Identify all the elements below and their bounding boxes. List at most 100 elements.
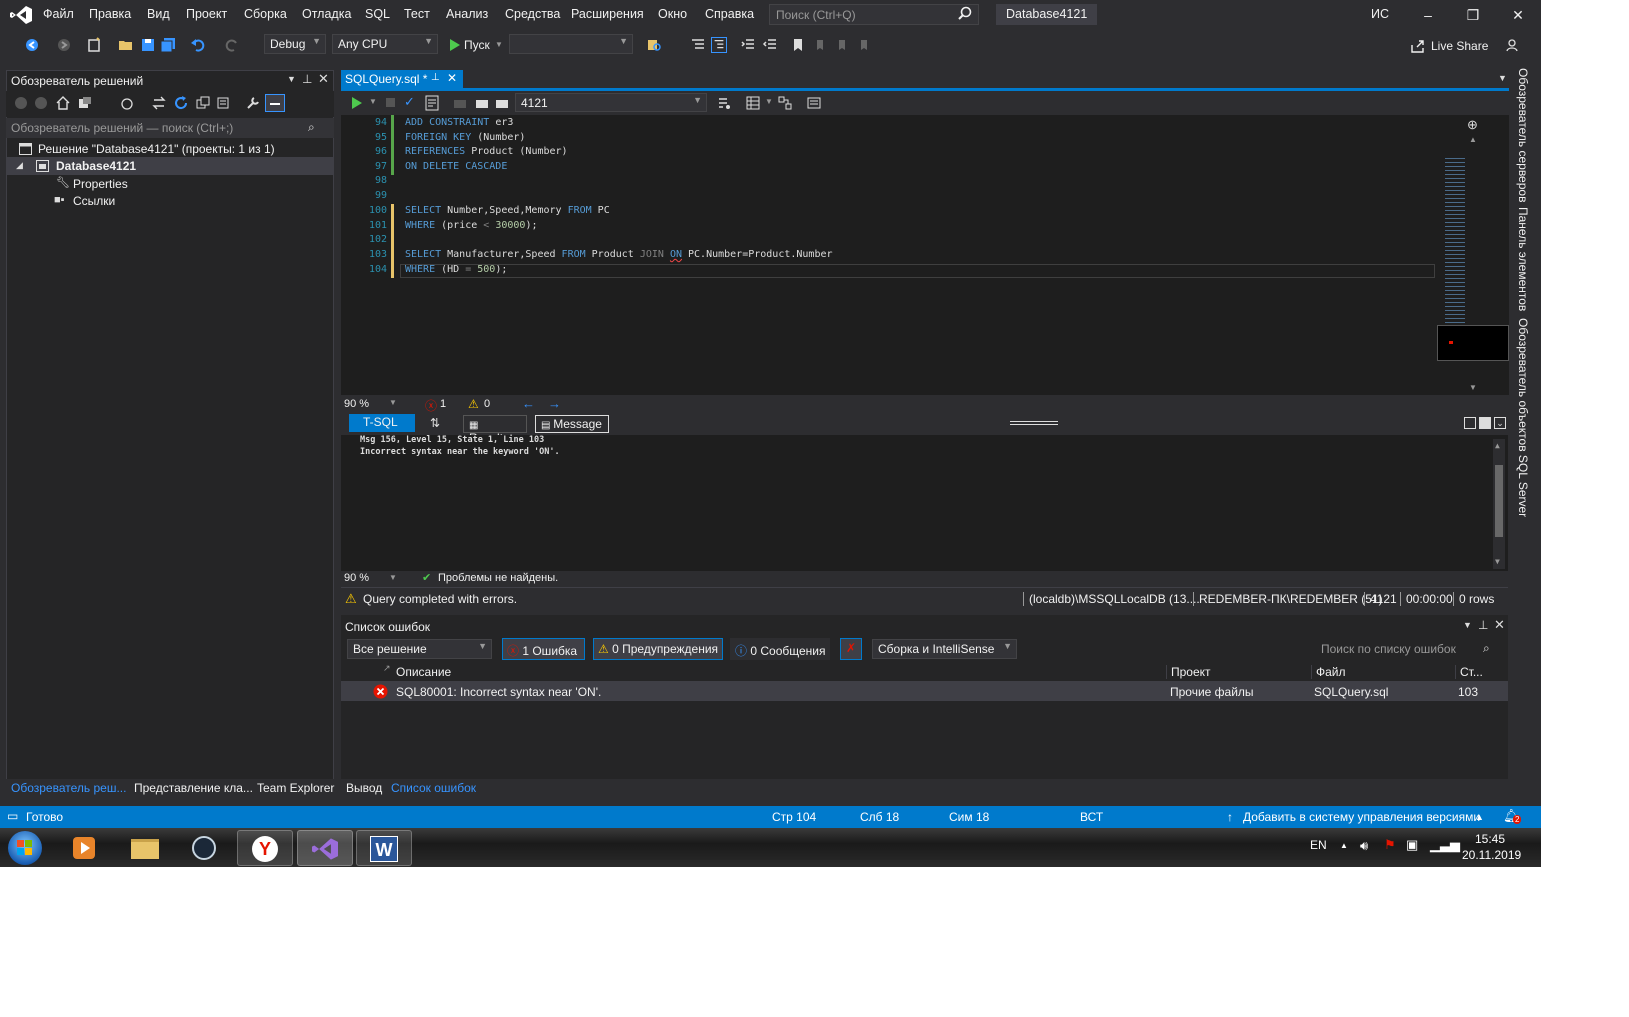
menu-build[interactable]: Сборка <box>244 7 287 21</box>
query-options-icon[interactable] <box>717 96 731 110</box>
chevron-up-icon[interactable]: ▲ <box>1475 812 1484 822</box>
menu-debug[interactable]: Отладка <box>302 7 351 21</box>
client-statistics-icon[interactable] <box>807 96 821 110</box>
menu-sql[interactable]: SQL <box>365 7 390 21</box>
pin-icon[interactable]: ⊥ <box>1478 618 1488 632</box>
tab-list-dropdown-icon[interactable]: ▼ <box>1498 73 1507 83</box>
network-error-icon[interactable]: ⚑ <box>1384 837 1396 853</box>
debug-target-dropdown[interactable]: ▼ <box>509 34 633 54</box>
navigate-forward-icon[interactable] <box>56 37 72 53</box>
pin-icon[interactable]: ⊥ <box>302 72 312 86</box>
power-icon[interactable]: ▣ <box>1406 837 1418 853</box>
undo-icon[interactable] <box>190 37 206 53</box>
add-to-source-control-button[interactable]: Добавить в систему управления версиями <box>1243 810 1480 824</box>
chevron-down-icon[interactable]: ▼ <box>765 97 773 106</box>
scroll-up-icon[interactable]: ▲ <box>1469 135 1477 144</box>
volume-icon[interactable]: 🔊︎ <box>1360 838 1368 854</box>
horizontal-split-icon[interactable] <box>1479 417 1491 429</box>
tab-server-explorer[interactable]: Обозреватель серверов <box>1516 68 1530 202</box>
taskbar-explorer[interactable] <box>117 830 173 866</box>
taskbar-steam[interactable] <box>177 830 233 866</box>
column-header-project[interactable]: Проект <box>1166 665 1211 679</box>
menu-tools[interactable]: Средства <box>505 7 560 21</box>
errors-filter-button[interactable]: ⓧ 1 Ошибка <box>502 638 585 660</box>
tree-item-properties[interactable]: 🔧︎ Properties <box>6 175 334 193</box>
disconnect-icon[interactable] <box>475 96 489 110</box>
tree-item-references[interactable]: ■▪ Ссылки <box>6 192 334 210</box>
start-play-icon[interactable] <box>447 37 463 53</box>
solution-explorer-toggle-icon[interactable] <box>690 37 706 53</box>
clock-time[interactable]: 15:45 <box>1475 832 1505 846</box>
column-header-file[interactable]: Файл <box>1311 665 1346 679</box>
chevron-down-icon[interactable]: ▼ <box>389 573 397 582</box>
splitter-grip[interactable] <box>1010 421 1058 425</box>
scroll-down-icon[interactable]: ▼ <box>1469 383 1477 392</box>
bookmark-icon[interactable] <box>790 37 806 53</box>
menu-edit[interactable]: Правка <box>89 7 131 21</box>
menu-extensions[interactable]: Расширения <box>571 7 644 21</box>
taskbar-yandex-browser[interactable]: Y <box>237 830 293 866</box>
indent-icon[interactable] <box>740 37 756 53</box>
messages-filter-button[interactable]: ⓘ 0 Сообщения <box>730 638 830 660</box>
outdent-icon[interactable] <box>762 37 778 53</box>
preview-selected-button[interactable] <box>265 94 285 112</box>
solution-search-input[interactable]: Обозреватель решений — поиск (Ctrl+;) <box>6 118 334 138</box>
clock-date[interactable]: 20.11.2019 <box>1462 848 1521 862</box>
warning-count[interactable]: 0 <box>484 398 490 410</box>
chevron-down-icon[interactable]: ▼ <box>389 398 397 407</box>
quick-launch-input[interactable]: Поиск (Ctrl+Q) <box>769 4 979 25</box>
menu-project[interactable]: Проект <box>186 7 227 21</box>
find-in-files-icon[interactable] <box>646 37 662 53</box>
tab-results[interactable]: ▦ Results <box>463 415 527 445</box>
sync-icon[interactable] <box>152 96 166 110</box>
scroll-up-icon[interactable]: ▲ <box>1495 441 1500 450</box>
document-tab-sqlquery[interactable]: SQLQuery.sql * ⊥ ✕ <box>341 70 463 88</box>
home-icon[interactable] <box>56 96 70 110</box>
panel-menu-icon[interactable]: ▼ <box>1463 620 1472 630</box>
save-all-icon[interactable] <box>160 37 176 53</box>
refresh-icon[interactable] <box>174 96 188 110</box>
tab-class-view[interactable]: Представление кла... <box>134 781 253 795</box>
signal-icon[interactable]: ▁▃▅ <box>1430 837 1460 853</box>
menu-help[interactable]: Справка <box>705 7 754 21</box>
show-hidden-icons[interactable]: ▲ <box>1340 841 1348 850</box>
live-share-button[interactable]: Live Share <box>1431 39 1488 53</box>
forward-icon[interactable] <box>34 96 48 110</box>
save-icon[interactable] <box>140 37 156 53</box>
tree-item-solution[interactable]: Решение "Database4121" (проекты: 1 из 1) <box>6 140 334 158</box>
tab-toolbox[interactable]: Панель элементов <box>1516 207 1530 311</box>
minimap-viewport[interactable] <box>1437 325 1509 361</box>
restore-button[interactable]: ❐ <box>1458 4 1488 26</box>
show-all-files-icon[interactable] <box>216 96 230 110</box>
taskbar-word[interactable]: W <box>356 830 412 866</box>
feedback-icon[interactable] <box>1505 37 1521 53</box>
chevron-down-icon[interactable]: ▼ <box>369 97 377 106</box>
execute-icon[interactable] <box>351 96 363 110</box>
change-connection-icon[interactable] <box>495 96 509 110</box>
menu-test[interactable]: Тест <box>404 7 430 21</box>
tab-message[interactable]: ▤ Message <box>535 415 609 433</box>
tab-output[interactable]: Вывод <box>346 781 382 795</box>
column-header-description[interactable]: Описание <box>396 665 451 679</box>
scope-dropdown[interactable]: Все решение ▼ <box>347 639 492 659</box>
start-button[interactable]: Пуск <box>464 38 490 52</box>
taskbar-media-player[interactable] <box>57 830 113 866</box>
user-avatar[interactable]: ИС <box>1371 7 1389 21</box>
pin-icon[interactable]: ⊥ <box>431 72 440 83</box>
menu-view[interactable]: Вид <box>147 7 170 21</box>
open-folder-icon[interactable] <box>118 37 134 53</box>
collapse-all-icon[interactable] <box>196 96 210 110</box>
pending-changes-filter-icon[interactable] <box>120 96 134 110</box>
error-count[interactable]: 1 <box>440 398 446 410</box>
results-to-grid-icon[interactable] <box>746 96 760 110</box>
tree-item-project[interactable]: ◢ Database4121 <box>6 157 334 175</box>
outline-toggle-icon[interactable] <box>711 37 727 53</box>
platform-dropdown[interactable]: Any CPU ▼ <box>332 34 438 54</box>
minimize-button[interactable]: – <box>1413 4 1443 26</box>
tab-team-explorer[interactable]: Team Explorer <box>257 781 334 795</box>
new-project-icon[interactable] <box>86 37 102 53</box>
tab-sql-object-explorer[interactable]: Обозреватель объектов SQL Server <box>1516 318 1530 517</box>
split-window-icon[interactable]: ⊕ <box>1467 117 1478 133</box>
back-icon[interactable] <box>14 96 28 110</box>
start-button[interactable] <box>8 831 42 865</box>
